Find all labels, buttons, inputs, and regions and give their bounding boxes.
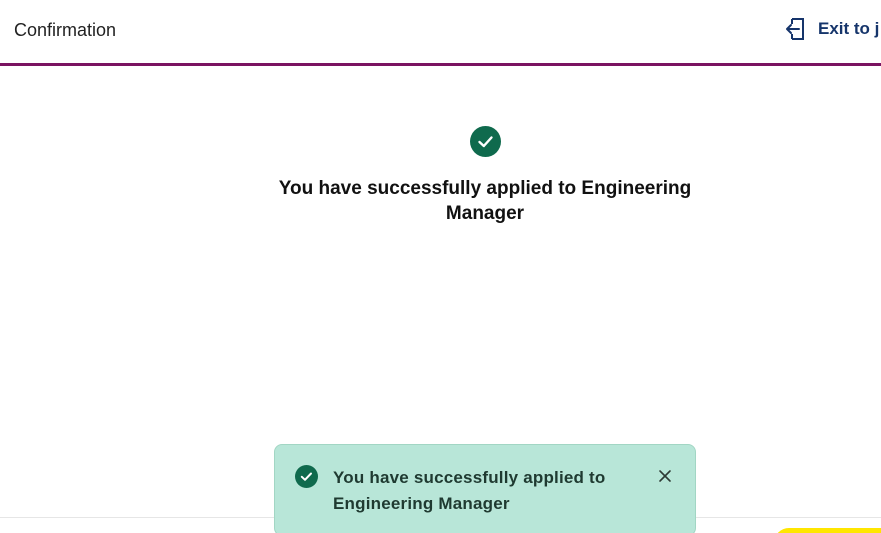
exit-icon (786, 18, 804, 40)
success-toast: You have successfully applied to Enginee… (274, 444, 696, 533)
exit-label: Exit to j (818, 19, 880, 38)
close-icon[interactable] (656, 467, 674, 485)
success-message: You have successfully applied to Enginee… (278, 178, 692, 224)
exit-link[interactable]: Exit to j (784, 16, 879, 42)
check-circle-icon (469, 126, 501, 157)
page-header: Confirmation Exit to j (0, 0, 881, 66)
page-title: Confirmation (14, 20, 117, 40)
toast-message: You have successfully applied to Enginee… (333, 468, 606, 513)
check-circle-icon (295, 465, 318, 488)
success-block: You have successfully applied to Enginee… (240, 126, 730, 226)
confirmation-page: Confirmation Exit to j You have successf… (0, 0, 881, 533)
footer-action-button[interactable] (774, 528, 881, 533)
